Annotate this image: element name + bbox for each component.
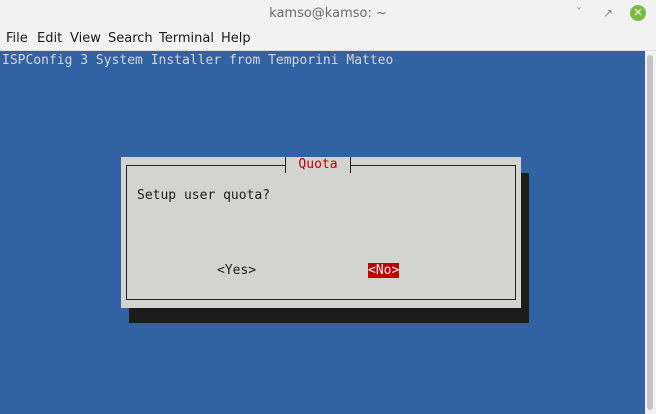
menu-view[interactable]: View xyxy=(70,31,101,46)
close-icon[interactable]: ✕ xyxy=(630,5,646,21)
dialog-title: Quota xyxy=(285,157,351,173)
menu-file[interactable]: File xyxy=(6,31,28,46)
menu-bar: File Edit View Search Terminal Help xyxy=(0,28,656,51)
menu-help[interactable]: Help xyxy=(221,31,251,46)
menu-edit[interactable]: Edit xyxy=(37,31,62,46)
maximize-icon[interactable]: ↗ xyxy=(600,5,616,21)
quota-dialog: Quota Setup user quota? <Yes> <No> xyxy=(121,157,521,308)
yes-button[interactable]: <Yes> xyxy=(217,263,256,278)
dialog-frame xyxy=(126,165,516,300)
minimize-icon[interactable]: ˇ xyxy=(571,5,587,21)
no-button[interactable]: <No> xyxy=(368,263,400,278)
installer-header: ISPConfig 3 System Installer from Tempor… xyxy=(2,53,394,68)
window-titlebar[interactable]: kamso@kamso: ~ ˇ ↗ ✕ xyxy=(0,0,656,28)
menu-terminal[interactable]: Terminal xyxy=(159,31,214,46)
scrollbar-thumb[interactable] xyxy=(647,55,653,410)
terminal-scrollbar[interactable] xyxy=(645,51,656,414)
menu-search[interactable]: Search xyxy=(108,31,153,46)
dialog-message: Setup user quota? xyxy=(137,188,271,203)
window-title: kamso@kamso: ~ xyxy=(269,6,387,21)
